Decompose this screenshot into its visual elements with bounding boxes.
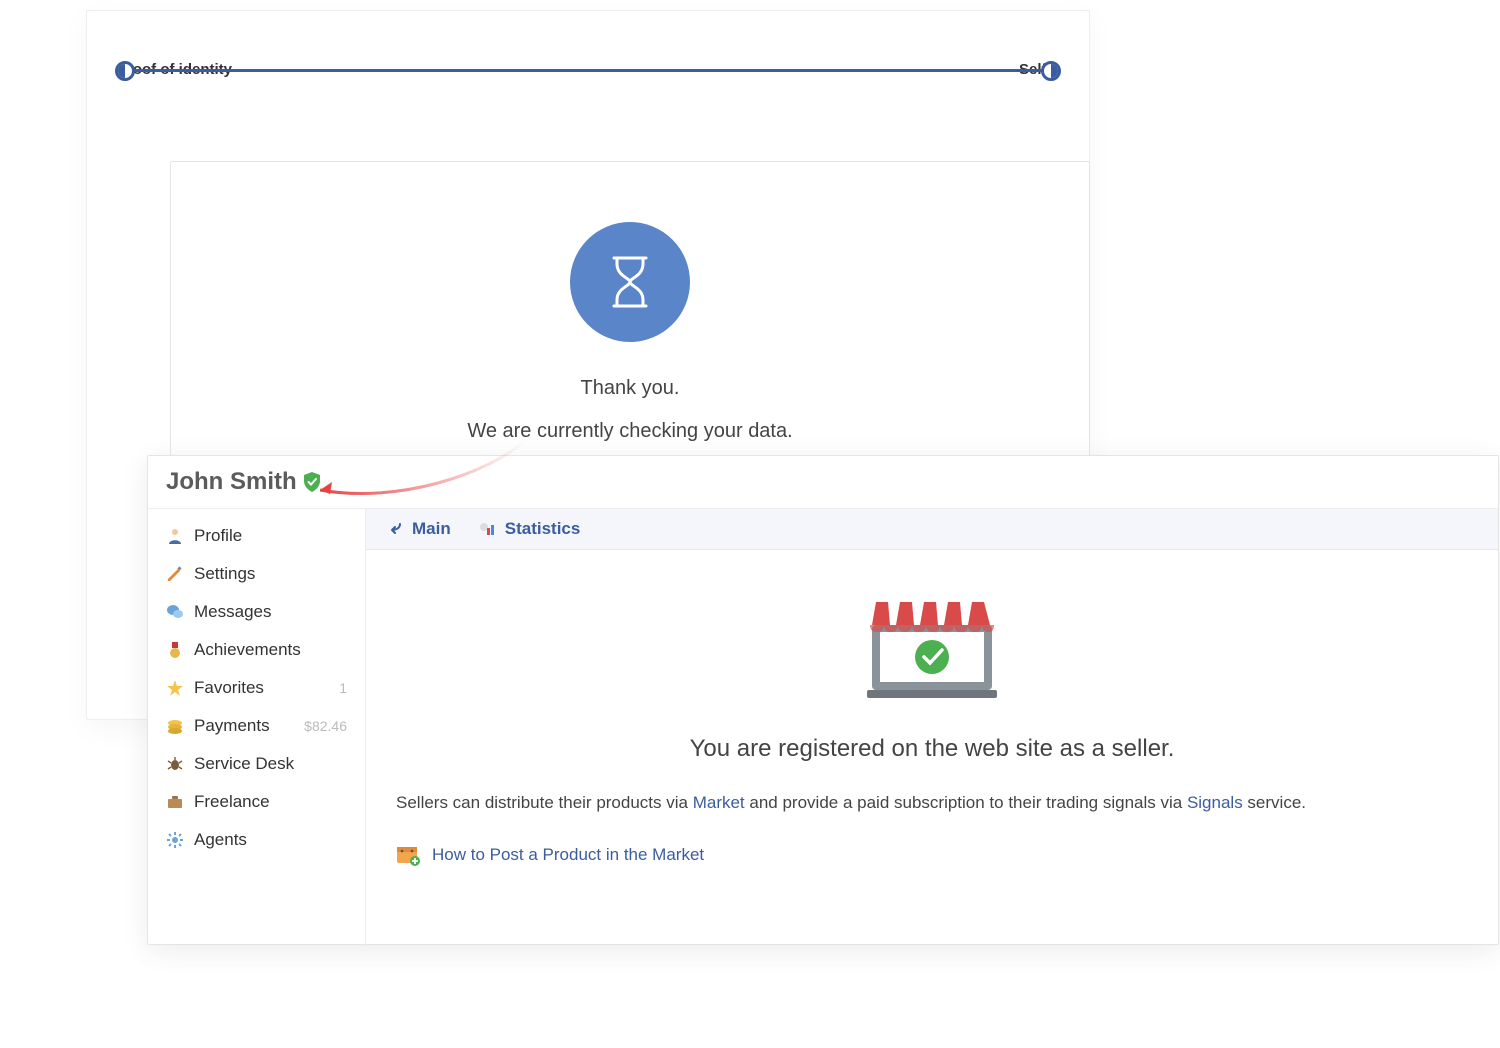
sidebar-item-label: Messages [194, 602, 271, 622]
pencil-icon [166, 565, 184, 583]
profile-panel: John Smith Profile Settings Messages Ach… [147, 455, 1499, 945]
sidebar-item-agents[interactable]: Agents [148, 821, 365, 859]
sidebar-item-label: Freelance [194, 792, 270, 812]
bug-icon [166, 755, 184, 773]
tabs-bar: Main Statistics [366, 509, 1498, 550]
sidebar-item-label: Profile [194, 526, 242, 546]
profile-name: John Smith [166, 468, 297, 496]
progress-node-selfie [1041, 61, 1061, 81]
content-area: Main Statistics [366, 509, 1498, 947]
pending-message-thankyou: Thank you. [171, 377, 1089, 400]
sidebar-item-label: Favorites [194, 678, 264, 698]
person-icon [166, 527, 184, 545]
tab-statistics[interactable]: Statistics [479, 519, 581, 539]
briefcase-icon [166, 793, 184, 811]
chat-icon [166, 603, 184, 621]
verified-shield-icon [303, 472, 321, 492]
sidebar-item-payments[interactable]: Payments $82.46 [148, 707, 365, 745]
sidebar-item-favorites[interactable]: Favorites 1 [148, 669, 365, 707]
sidebar-item-label: Payments [194, 716, 270, 736]
back-arrow-icon [386, 520, 404, 538]
sidebar-item-label: Achievements [194, 640, 301, 660]
favorites-count-badge: 1 [339, 680, 347, 696]
gear-icon [166, 831, 184, 849]
medal-icon [166, 641, 184, 659]
tab-main-label: Main [412, 519, 451, 539]
sidebar-item-settings[interactable]: Settings [148, 555, 365, 593]
sidebar-item-messages[interactable]: Messages [148, 593, 365, 631]
chart-icon [479, 520, 497, 538]
sidebar-item-servicedesk[interactable]: Service Desk [148, 745, 365, 783]
package-plus-icon [396, 844, 420, 866]
sidebar: Profile Settings Messages Achievements F… [148, 509, 366, 947]
progress-bar: Proof of identity Selfie [117, 61, 1059, 78]
sidebar-item-profile[interactable]: Profile [148, 517, 365, 555]
profile-header: John Smith [148, 456, 1498, 509]
howto-row: How to Post a Product in the Market [396, 844, 1468, 866]
seller-desc-part1: Sellers can distribute their products vi… [396, 793, 693, 812]
payments-balance-badge: $82.46 [304, 718, 347, 734]
tab-main[interactable]: Main [386, 519, 451, 539]
shop-illustration [862, 590, 1002, 705]
star-icon [166, 679, 184, 697]
seller-title: You are registered on the web site as a … [396, 735, 1468, 763]
seller-desc-part3: service. [1243, 793, 1306, 812]
seller-desc-part2: and provide a paid subscription to their… [745, 793, 1187, 812]
sidebar-item-achievements[interactable]: Achievements [148, 631, 365, 669]
tab-stats-label: Statistics [505, 519, 581, 539]
sidebar-item-freelance[interactable]: Freelance [148, 783, 365, 821]
pending-message-checking: We are currently checking your data. [171, 420, 1089, 443]
seller-description: Sellers can distribute their products vi… [396, 789, 1468, 816]
sidebar-item-label: Settings [194, 564, 255, 584]
hourglass-icon [570, 222, 690, 342]
link-howto-post[interactable]: How to Post a Product in the Market [432, 845, 704, 865]
link-signals[interactable]: Signals [1187, 793, 1243, 812]
coins-icon [166, 717, 184, 735]
sidebar-item-label: Service Desk [194, 754, 294, 774]
progress-node-identity [115, 61, 135, 81]
sidebar-item-label: Agents [194, 830, 247, 850]
link-market[interactable]: Market [693, 793, 745, 812]
